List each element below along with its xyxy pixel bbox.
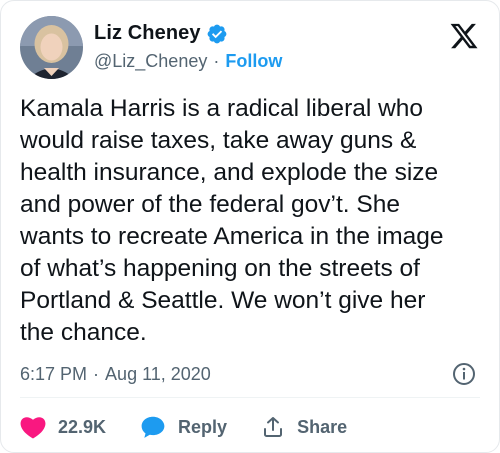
follow-button[interactable]: Follow bbox=[225, 51, 282, 72]
heart-icon bbox=[20, 417, 46, 439]
like-count: 22.9K bbox=[58, 416, 107, 437]
like-button[interactable]: 22.9K bbox=[20, 415, 106, 439]
tweet-card: Liz Cheney @Liz_Cheney · Follow Kamala H… bbox=[0, 0, 500, 453]
share-button[interactable]: Share bbox=[261, 415, 347, 439]
author-name[interactable]: Liz Cheney bbox=[94, 22, 201, 45]
reply-button[interactable]: Reply bbox=[140, 415, 227, 439]
tweet-timestamp[interactable]: 6:17 PM · Aug 11, 2020 bbox=[20, 364, 211, 385]
reply-bubble-icon bbox=[141, 416, 165, 438]
tweet-date: Aug 11, 2020 bbox=[105, 364, 211, 384]
divider bbox=[20, 397, 480, 398]
action-bar: 22.9K Reply Share bbox=[20, 415, 381, 439]
tweet-time: 6:17 PM bbox=[20, 364, 88, 384]
profile-photo bbox=[20, 16, 83, 79]
x-logo-icon[interactable] bbox=[449, 21, 479, 51]
share-label: Share bbox=[297, 416, 348, 437]
author-handle-row: @Liz_Cheney · Follow bbox=[94, 51, 282, 72]
handle-separator: · bbox=[213, 51, 220, 71]
tweet-text: Kamala Harris is a radical liberal who w… bbox=[20, 95, 444, 346]
author-handle[interactable]: @Liz_Cheney bbox=[94, 51, 207, 72]
author-name-row: Liz Cheney bbox=[94, 22, 228, 45]
share-icon bbox=[264, 417, 283, 437]
info-icon[interactable] bbox=[452, 362, 476, 386]
verified-badge-icon bbox=[207, 24, 226, 43]
reply-label: Reply bbox=[178, 416, 228, 437]
author-avatar[interactable] bbox=[20, 16, 83, 79]
timestamp-separator: · bbox=[93, 364, 100, 384]
